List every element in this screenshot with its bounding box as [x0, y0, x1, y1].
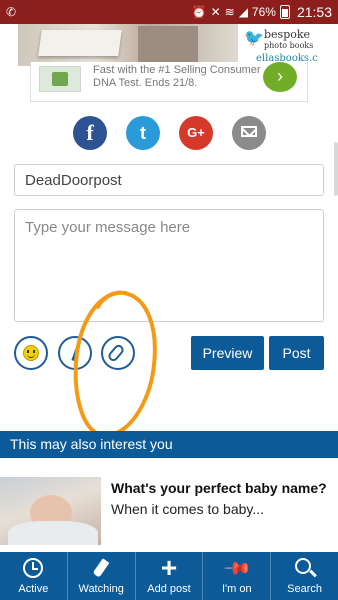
post-button[interactable]: Post — [269, 336, 324, 370]
status-bar: ✆ ⏰ ✕ ≋ ◢ 76% 21:53 — [0, 0, 338, 24]
ad-brand: 🐦 bespoke photo books ellasbooks.co.uk — [242, 24, 318, 66]
smiley-icon — [23, 345, 39, 361]
flashlight-icon — [92, 558, 110, 578]
clock-time: 21:53 — [296, 4, 332, 20]
plus-icon: + — [160, 552, 178, 583]
twitter-share-button[interactable]: t — [126, 116, 160, 150]
mute-icon: ✕ — [210, 5, 221, 19]
google-plus-share-button[interactable]: G+ — [179, 116, 213, 150]
envelope-icon — [241, 125, 257, 137]
related-section-header: This may also interest you — [0, 431, 338, 458]
search-icon — [294, 558, 311, 574]
nav-label-add-post: Add post — [147, 583, 191, 595]
related-article-snippet[interactable]: When it comes to baby... — [111, 501, 264, 517]
ad-photos-image — [18, 24, 238, 66]
facebook-share-button[interactable]: f — [73, 116, 107, 150]
orange-circle-annotation — [73, 290, 157, 438]
emoji-button[interactable] — [14, 336, 48, 370]
clock-icon — [23, 558, 44, 578]
dna-ad-thumbnail — [39, 66, 81, 92]
nav-label-watching: Watching — [78, 583, 124, 595]
dna-ad-banner[interactable]: Fast with the #1 Selling Consumer DNA Te… — [30, 62, 308, 102]
whatsapp-icon: ✆ — [6, 5, 17, 19]
nav-label-active: Active — [18, 583, 49, 595]
nav-active[interactable]: Active — [0, 552, 68, 600]
bottom-nav: Active Watching + Add post 📌 I'm on Sear… — [0, 552, 338, 600]
battery-percent: 76% — [251, 5, 276, 19]
nav-label-search: Search — [287, 583, 323, 595]
photo-book-ad[interactable]: 🐦 bespoke photo books ellasbooks.co.uk — [18, 24, 318, 66]
alarm-icon: ⏰ — [191, 5, 207, 19]
ad-brand-name: bespoke — [264, 28, 311, 41]
email-share-button[interactable] — [232, 116, 266, 150]
bird-logo-icon: 🐦 — [244, 30, 264, 47]
preview-button[interactable]: Preview — [191, 336, 264, 370]
message-input[interactable]: Type your message here — [14, 209, 324, 322]
ad-go-button[interactable]: › — [263, 62, 297, 92]
related-article-title[interactable]: What's your perfect baby name? — [111, 480, 327, 496]
username-field[interactable]: DeadDoorpost — [14, 164, 324, 196]
pin-icon: 📌 — [222, 552, 253, 583]
annotation-stroke — [73, 290, 157, 438]
nav-im-on[interactable]: 📌 I'm on — [203, 552, 272, 600]
scroll-handle[interactable] — [334, 142, 338, 196]
signal-icon: ◢ — [238, 5, 248, 19]
ad-brand-tagline: photo books — [264, 41, 314, 50]
baby-photo-thumbnail[interactable] — [0, 477, 101, 545]
wifi-icon: ≋ — [224, 5, 235, 19]
battery-icon — [279, 5, 290, 19]
nav-label-im-on: I'm on — [221, 583, 252, 595]
nav-search[interactable]: Search — [271, 552, 338, 600]
nav-add-post[interactable]: + Add post — [136, 552, 204, 600]
nav-watching[interactable]: Watching — [68, 552, 136, 600]
dna-ad-text: Fast with the #1 Selling Consumer DNA Te… — [93, 64, 261, 89]
